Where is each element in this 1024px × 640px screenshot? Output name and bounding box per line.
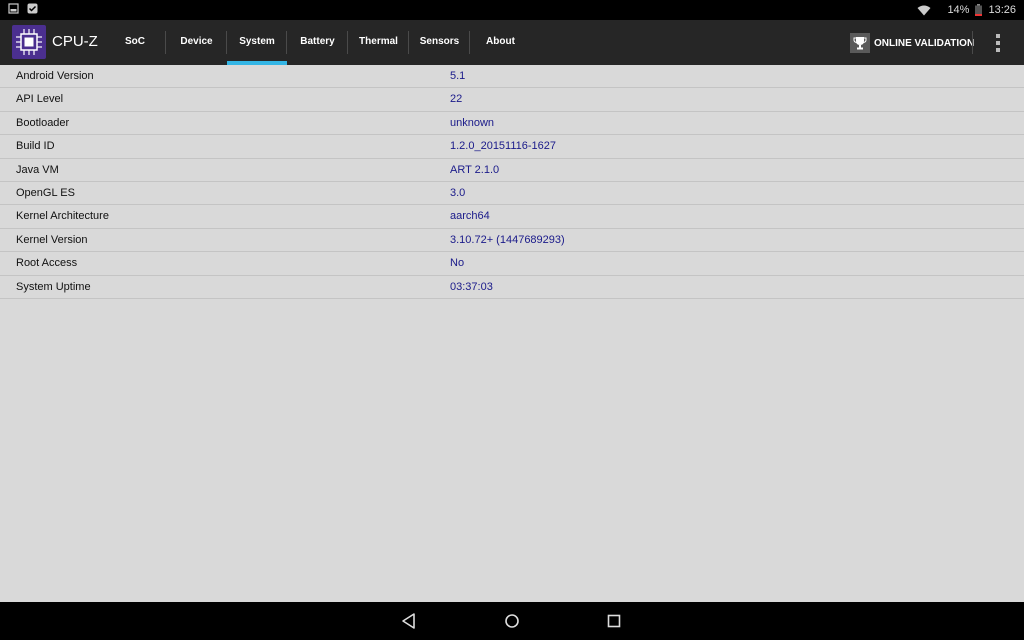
more-vertical-icon[interactable] (992, 34, 1004, 52)
row-key: Kernel Architecture (16, 210, 109, 223)
screenshot-icon (8, 3, 19, 14)
row-value: 5.1 (450, 70, 466, 82)
tab-thermal[interactable]: Thermal (348, 20, 409, 65)
tab-battery[interactable]: Battery (287, 20, 348, 65)
app-bar: CPU-Z SoC Device System Battery Thermal … (0, 20, 1024, 65)
row-value: 3.10.72+ (1447689293) (450, 233, 565, 246)
table-row: Kernel Version 3.10.72+ (1447689293) (0, 229, 1024, 253)
row-value: 03:37:03 (450, 280, 493, 293)
clock: 13:26 (988, 4, 1016, 16)
table-row: Android Version 5.1 (0, 65, 1024, 89)
navigation-bar (0, 602, 1024, 640)
status-bar: 14% 13:26 (0, 0, 1024, 20)
tab-label: Battery (300, 36, 335, 47)
row-value: 1.2.0_20151116-1627 (450, 140, 557, 153)
row-key: Java VM (16, 163, 59, 176)
row-value: ART 2.1.0 (450, 163, 500, 176)
row-key: System Uptime (16, 280, 91, 293)
row-value: 3.0 (450, 186, 466, 199)
row-key: API Level (16, 93, 64, 106)
row-key: Root Access (16, 257, 78, 270)
status-bar-notifications (8, 3, 38, 14)
back-icon[interactable] (399, 611, 419, 631)
tab-soc[interactable]: SoC (104, 20, 166, 65)
battery-percent: 14% (947, 4, 970, 16)
table-row: System Uptime 03:37:03 (0, 276, 1024, 299)
row-key: Kernel Version (16, 233, 88, 246)
cpu-chip-icon (16, 29, 42, 55)
tab-label: Sensors (419, 36, 460, 47)
tab-label: Device (180, 36, 213, 47)
row-value: 22 (450, 93, 463, 106)
app-title: CPU-Z (52, 33, 98, 50)
table-row: Build ID 1.2.0_20151116-1627 (0, 135, 1024, 159)
home-icon[interactable] (502, 611, 522, 631)
tab-sensors[interactable]: Sensors (409, 20, 470, 65)
row-value: unknown (450, 116, 495, 129)
system-info-table: Android Version 5.1 API Level 22 Bootloade… (0, 65, 1024, 299)
table-row: Kernel Architecture aarch64 (0, 205, 1024, 229)
tab-system[interactable]: System (227, 20, 287, 65)
row-value: No (450, 257, 465, 270)
row-key: OpenGL ES (16, 186, 75, 199)
row-key: Android Version (16, 70, 94, 82)
row-key: Bootloader (16, 116, 70, 129)
app-logo (12, 25, 46, 59)
wifi-icon (917, 5, 931, 15)
battery-icon (975, 4, 983, 16)
check-notification-icon (27, 3, 38, 14)
table-row: API Level 22 (0, 88, 1024, 112)
table-row: Bootloader unknown (0, 112, 1024, 136)
tab-device[interactable]: Device (166, 20, 227, 65)
table-row: Root Access No (0, 252, 1024, 276)
row-value: aarch64 (450, 210, 490, 223)
recents-icon[interactable] (604, 611, 624, 631)
table-row: OpenGL ES 3.0 (0, 182, 1024, 206)
online-validation-label: ONLINE VALIDATION (874, 37, 975, 49)
row-key: Build ID (16, 140, 55, 153)
status-bar-system: 14% 13:26 (917, 0, 1016, 20)
trophy-icon (850, 33, 870, 53)
tab-bar: SoC Device System Battery Thermal Sensor… (104, 20, 531, 65)
tab-label: System (239, 36, 275, 47)
divider (972, 31, 973, 54)
tab-label: SoC (125, 36, 145, 47)
tab-label: Thermal (359, 36, 398, 47)
tab-about[interactable]: About (470, 20, 531, 65)
table-row: Java VM ART 2.1.0 (0, 159, 1024, 182)
online-validation-button[interactable]: ONLINE VALIDATION (850, 32, 974, 54)
tab-label: About (486, 36, 515, 47)
